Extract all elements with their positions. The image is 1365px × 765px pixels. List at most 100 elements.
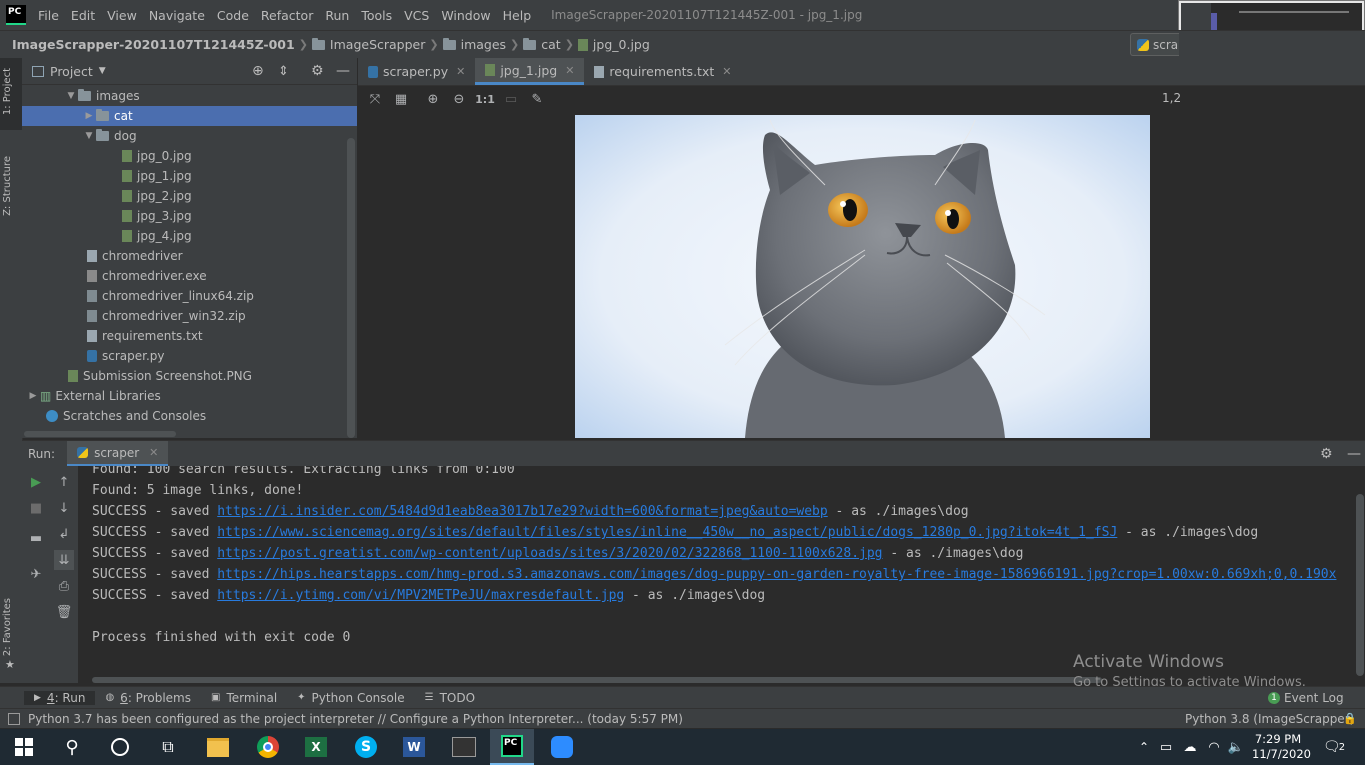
breadcrumb-cat[interactable]: cat [519, 37, 564, 52]
terminal-app-icon[interactable] [450, 733, 478, 761]
project-vertical-scrollbar[interactable] [347, 138, 355, 438]
tab-jpg-1[interactable]: jpg_1.jpg ✕ [475, 58, 585, 85]
console-link[interactable]: https://post.greatist.com/wp-content/upl… [217, 546, 882, 561]
menu-tools[interactable]: Tools [355, 8, 398, 23]
collapse-all-icon[interactable]: ⇕ [278, 64, 289, 79]
windows-start-icon[interactable] [10, 733, 38, 761]
tool-tab-structure[interactable]: Z: Structure [2, 156, 13, 216]
background-icon[interactable]: ▭ [502, 90, 520, 108]
menu-edit[interactable]: Edit [65, 8, 101, 23]
chevron-down-icon[interactable]: ▼ [64, 91, 78, 101]
gear-icon[interactable]: ⚙ [311, 63, 324, 79]
gear-icon[interactable]: ⚙ [1320, 446, 1333, 462]
menu-code[interactable]: Code [211, 8, 255, 23]
pin-icon[interactable]: ✈ [26, 564, 46, 584]
notification-center-icon[interactable]: 🗨 2 [1320, 733, 1348, 761]
chevron-right-icon[interactable]: ▶ [82, 111, 96, 121]
tree-item-jpg-3[interactable]: jpg_3.jpg [122, 206, 192, 226]
layout-icon[interactable]: ▬ [26, 528, 46, 548]
breadcrumb-images[interactable]: images [439, 37, 510, 52]
hide-panel-icon[interactable]: — [1347, 446, 1361, 462]
cortana-icon[interactable] [106, 733, 134, 761]
tree-item-chromedriver-win32-zip[interactable]: chromedriver_win32.zip [87, 306, 246, 326]
tree-item-dog[interactable]: ▼ dog [82, 126, 137, 146]
task-view-icon[interactable]: ⧉ [154, 733, 182, 761]
tree-item-requirements-txt[interactable]: requirements.txt [87, 326, 203, 346]
tool-tab-project[interactable]: 1: Project [2, 68, 13, 115]
trash-icon[interactable]: 🗑 [54, 602, 74, 622]
zoom-out-icon[interactable]: ⊖ [450, 90, 468, 108]
clock[interactable]: 7:29 PM 11/7/2020 [1252, 732, 1311, 762]
console-link[interactable]: https://i.insider.com/5484d9d1eab8ea3017… [217, 504, 827, 519]
chevron-right-icon[interactable]: ▶ [26, 391, 40, 401]
scroll-up-icon[interactable]: ↑ [54, 472, 74, 492]
status-message[interactable]: Python 3.7 has been configured as the pr… [28, 712, 683, 726]
tree-item-jpg-4[interactable]: jpg_4.jpg [122, 226, 192, 246]
tab-scraper-py[interactable]: scraper.py ✕ [358, 58, 475, 85]
tree-item-external-libraries[interactable]: ▶ ▥ External Libraries [26, 386, 161, 406]
tree-item-jpg-1[interactable]: jpg_1.jpg [122, 166, 192, 186]
console-link[interactable]: https://hips.hearstapps.com/hmg-prod.s3.… [217, 567, 1336, 582]
chrome-icon[interactable] [254, 733, 282, 761]
tree-item-chromedriver-linux64-zip[interactable]: chromedriver_linux64.zip [87, 286, 254, 306]
tree-item-chromedriver[interactable]: chromedriver [87, 246, 183, 266]
close-icon[interactable]: ✕ [149, 446, 158, 459]
chevron-down-icon[interactable]: ▼ [99, 66, 106, 76]
grid-icon[interactable]: ▦ [392, 90, 410, 108]
close-icon[interactable]: ✕ [722, 65, 731, 78]
actual-size-button[interactable]: 1:1 [475, 90, 495, 108]
close-icon[interactable]: ✕ [565, 64, 574, 77]
event-log-button[interactable]: 1 Event Log [1258, 691, 1354, 705]
menu-run[interactable]: Run [319, 8, 355, 23]
close-icon[interactable]: ✕ [456, 65, 465, 78]
project-horizontal-scrollbar[interactable] [24, 431, 176, 437]
interpreter-selector[interactable]: Python 3.8 (ImageScrapper) [1185, 712, 1354, 726]
locate-icon[interactable]: ⊕ [252, 63, 264, 79]
run-console-output[interactable]: Found: 100 search results. Extracting li… [78, 466, 1365, 676]
scroll-down-icon[interactable]: ↓ [54, 498, 74, 518]
tool-tab-todo[interactable]: ☰ TODO [415, 691, 485, 705]
chevron-down-icon[interactable]: ▼ [82, 131, 96, 141]
color-picker-icon[interactable]: ✎ [528, 90, 546, 108]
tree-item-scratches[interactable]: Scratches and Consoles [46, 406, 206, 426]
tab-requirements-txt[interactable]: requirements.txt ✕ [584, 58, 741, 85]
console-link[interactable]: https://www.sciencemag.org/sites/default… [217, 525, 1117, 540]
stop-icon[interactable]: ■ [26, 498, 46, 518]
rerun-icon[interactable]: ▶ [26, 472, 46, 492]
fit-zoom-icon[interactable]: ⤧ [366, 90, 384, 108]
tool-tab-python-console[interactable]: ✦ Python Console [287, 691, 414, 705]
print-icon[interactable]: ⎙ [54, 576, 74, 596]
status-toggle-icon[interactable] [8, 712, 20, 725]
hide-panel-icon[interactable]: — [336, 63, 350, 79]
console-vertical-scrollbar[interactable] [1356, 494, 1364, 676]
tool-tab-favorites[interactable]: 2: Favorites [2, 598, 13, 656]
volume-icon[interactable]: 🔈 [1222, 733, 1250, 761]
scroll-to-end-icon[interactable]: ⇊ [54, 550, 74, 570]
breadcrumb-imagescrapper[interactable]: ImageScrapper [308, 37, 429, 52]
tree-item-cat[interactable]: ▶ cat [22, 106, 357, 126]
zoom-in-icon[interactable]: ⊕ [424, 90, 442, 108]
zoom-icon[interactable] [548, 733, 576, 761]
menu-refactor[interactable]: Refactor [255, 8, 319, 23]
menu-view[interactable]: View [101, 8, 143, 23]
breadcrumb-jpg-0[interactable]: jpg_0.jpg [574, 37, 654, 52]
run-config-selector[interactable]: scra [1130, 33, 1179, 56]
tree-item-submission-screenshot[interactable]: Submission Screenshot.PNG [68, 366, 252, 386]
tree-item-jpg-0[interactable]: jpg_0.jpg [122, 146, 192, 166]
lock-icon[interactable]: 🔒 [1343, 712, 1357, 725]
tree-item-scraper-py[interactable]: scraper.py [87, 346, 165, 366]
menu-navigate[interactable]: Navigate [143, 8, 211, 23]
word-icon[interactable]: W [400, 733, 428, 761]
soft-wrap-icon[interactable]: ↲ [54, 524, 74, 544]
menu-help[interactable]: Help [497, 8, 538, 23]
search-icon[interactable]: ⚲ [58, 733, 86, 761]
run-config-tab[interactable]: scraper ✕ [67, 441, 169, 467]
skype-icon[interactable]: S [352, 733, 380, 761]
tree-item-chromedriver-exe[interactable]: chromedriver.exe [87, 266, 207, 286]
tree-item-jpg-2[interactable]: jpg_2.jpg [122, 186, 192, 206]
project-panel-title[interactable]: Project [50, 64, 93, 79]
menu-window[interactable]: Window [435, 8, 496, 23]
tool-tab-problems[interactable]: ◍ 6: Problems [95, 691, 201, 705]
file-explorer-icon[interactable] [204, 733, 232, 761]
excel-icon[interactable]: X [302, 733, 330, 761]
